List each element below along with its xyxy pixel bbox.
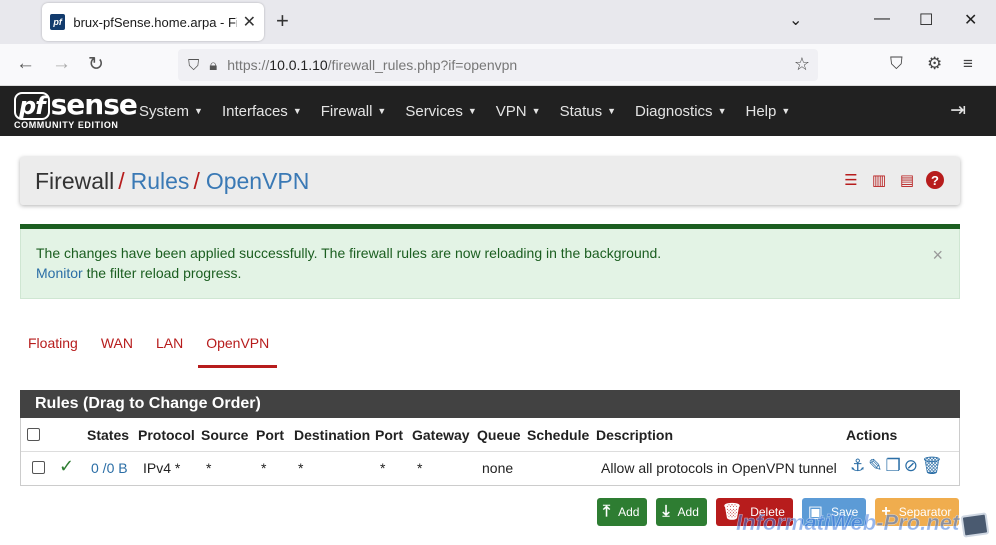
tab-list-chevron-icon[interactable]: ⌄: [789, 10, 802, 30]
alert-message: The changes have been applied successful…: [36, 245, 662, 261]
col-actions: Actions: [846, 427, 898, 443]
menu-hamburger-icon[interactable]: ≡: [963, 54, 973, 74]
row-description: Allow all protocols in OpenVPN tunnel: [601, 460, 837, 476]
row-queue: none: [482, 460, 514, 476]
breadcrumb: Firewall / Rules / OpenVPN: [35, 168, 310, 194]
row-divider: [21, 451, 959, 452]
rules-panel-title: Rules (Drag to Change Order): [20, 390, 960, 418]
pfsense-favicon-icon: pf: [50, 14, 66, 30]
minimize-button[interactable]: —: [874, 10, 890, 28]
browser-tab[interactable]: pf brux-pfSense.home.arpa - Firewall ✕: [42, 3, 264, 41]
lock-icon: 🔒︎: [209, 56, 218, 74]
copy-icon[interactable]: ❐: [886, 456, 901, 476]
bar-chart-icon[interactable]: ▥: [870, 171, 888, 189]
watermark-computer-icon: [960, 512, 990, 538]
row-port: *: [261, 460, 267, 476]
alert-close-icon[interactable]: ×: [932, 245, 943, 266]
logout-icon[interactable]: ⇥: [950, 99, 966, 122]
row-protocol: IPv4 *: [143, 460, 181, 476]
select-all-checkbox[interactable]: [27, 428, 40, 441]
menu-system[interactable]: System ▼: [139, 103, 203, 120]
row-destination: *: [298, 460, 304, 476]
breadcrumb-panel: Firewall / Rules / OpenVPN ☰ ▥ ▤ ?: [20, 157, 960, 205]
bookmark-star-icon[interactable]: ☆: [794, 54, 810, 75]
sliders-icon[interactable]: ☰: [842, 171, 860, 189]
pocket-icon[interactable]: ⛉: [890, 54, 903, 74]
caret-down-icon: ▼: [607, 105, 617, 116]
monitor-link[interactable]: Monitor: [36, 265, 83, 281]
caret-down-icon: ▼: [531, 105, 541, 116]
menu-interfaces[interactable]: Interfaces ▼: [222, 103, 302, 120]
maximize-button[interactable]: ☐: [919, 10, 933, 30]
new-tab-button[interactable]: +: [276, 8, 289, 34]
col-schedule[interactable]: Schedule: [527, 427, 589, 443]
edit-pencil-icon[interactable]: ✎: [868, 456, 882, 476]
tab-lan[interactable]: LAN: [148, 335, 191, 368]
close-window-button[interactable]: ✕: [964, 10, 977, 30]
interface-tabs: Floating WAN LAN OpenVPN: [20, 335, 284, 368]
main-menu: System ▼ Interfaces ▼ Firewall ▼ Services ▼ …: [139, 86, 809, 136]
alert-message-rest: the filter reload progress.: [82, 265, 242, 281]
row-port2: *: [380, 460, 386, 476]
caret-down-icon: ▼: [781, 105, 791, 116]
back-button[interactable]: ←: [16, 53, 35, 75]
menu-diagnostics[interactable]: Diagnostics ▼: [635, 103, 726, 120]
url-text: https://10.0.1.10/firewall_rules.php?if=…: [227, 57, 518, 73]
close-tab-icon[interactable]: ✕: [243, 12, 256, 32]
extensions-icon[interactable]: ⚙: [927, 54, 942, 74]
menu-firewall[interactable]: Firewall ▼: [321, 103, 387, 120]
col-source[interactable]: Source: [201, 427, 248, 443]
col-gateway[interactable]: Gateway: [412, 427, 470, 443]
caret-down-icon: ▼: [194, 105, 203, 116]
tab-openvpn[interactable]: OpenVPN: [198, 335, 278, 368]
list-icon[interactable]: ▤: [898, 171, 916, 189]
tab-floating[interactable]: Floating: [20, 335, 86, 368]
breadcrumb-openvpn-link[interactable]: OpenVPN: [206, 168, 310, 194]
breadcrumb-firewall: Firewall: [35, 168, 115, 194]
reload-button[interactable]: ↻: [88, 53, 104, 76]
browser-tab-bar: pf brux-pfSense.home.arpa - Firewall ✕ +…: [0, 0, 996, 44]
caret-down-icon: ▼: [377, 105, 387, 116]
address-bar[interactable]: ⛉ 🔒︎ https://10.0.1.10/firewall_rules.ph…: [178, 49, 818, 81]
caret-down-icon: ▼: [717, 105, 727, 116]
row-gateway: *: [417, 460, 423, 476]
menu-status[interactable]: Status ▼: [560, 103, 616, 120]
tab-wan[interactable]: WAN: [93, 335, 141, 368]
menu-help[interactable]: Help ▼: [745, 103, 790, 120]
browser-nav-bar: ← → ↻ ⛉ 🔒︎ https://10.0.1.10/firewall_ru…: [0, 44, 996, 86]
watermark: InformatiWeb-Pro.net: [736, 510, 960, 536]
menu-services[interactable]: Services ▼: [405, 103, 476, 120]
rules-table: States Protocol Source Port Destination …: [20, 418, 960, 486]
col-port[interactable]: Port: [256, 427, 284, 443]
add-bottom-button[interactable]: ⤓ Add: [656, 498, 707, 526]
pfsense-navbar: pf sense COMMUNITY EDITION System ▼ Interf…: [0, 86, 996, 136]
disable-icon[interactable]: ⊘: [904, 456, 918, 476]
arrow-up-icon: ⤒: [603, 503, 611, 520]
col-port2[interactable]: Port: [375, 427, 403, 443]
row-select-checkbox[interactable]: [32, 461, 45, 474]
row-source: *: [206, 460, 212, 476]
success-alert: The changes have been applied successful…: [20, 229, 960, 299]
row-actions: ⚓ ✎ ❐ ⊘ 🗑︎: [850, 456, 943, 476]
breadcrumb-rules-link[interactable]: Rules: [131, 168, 190, 194]
add-top-button[interactable]: ⤒ Add: [597, 498, 648, 526]
rule-enabled-check-icon[interactable]: ✓: [59, 456, 74, 477]
col-destination[interactable]: Destination: [294, 427, 370, 443]
caret-down-icon: ▼: [292, 105, 302, 116]
arrow-down-icon: ⤓: [662, 503, 670, 520]
pfsense-logo[interactable]: pf sense COMMUNITY EDITION: [14, 90, 138, 130]
menu-vpn[interactable]: VPN ▼: [496, 103, 541, 120]
anchor-icon[interactable]: ⚓: [850, 456, 865, 476]
row-states-link[interactable]: 0 /0 B: [91, 460, 128, 476]
caret-down-icon: ▼: [467, 105, 477, 116]
col-states[interactable]: States: [87, 427, 129, 443]
col-queue[interactable]: Queue: [477, 427, 521, 443]
forward-button[interactable]: →: [52, 53, 71, 75]
col-description[interactable]: Description: [596, 427, 673, 443]
trash-icon[interactable]: 🗑︎: [921, 456, 943, 476]
tab-title: brux-pfSense.home.arpa - Firewall: [73, 14, 236, 30]
help-icon[interactable]: ?: [926, 171, 944, 189]
shield-icon: ⛉: [188, 56, 200, 74]
col-protocol[interactable]: Protocol: [138, 427, 195, 443]
